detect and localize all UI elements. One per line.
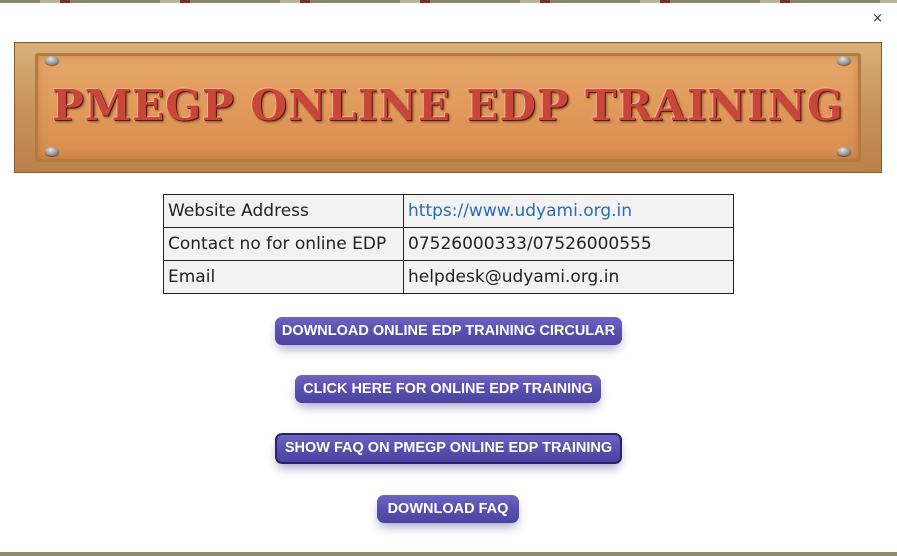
close-icon[interactable]: × bbox=[872, 11, 883, 27]
download-faq-button[interactable]: DOWNLOAD FAQ bbox=[377, 495, 519, 523]
website-link[interactable]: https://www.udyami.org.in bbox=[408, 201, 632, 221]
website-value-cell: https://www.udyami.org.in bbox=[403, 194, 734, 228]
screw-icon bbox=[837, 147, 851, 156]
screw-icon bbox=[45, 147, 59, 156]
banner: PMEGP ONLINE EDP TRAINING bbox=[14, 42, 882, 173]
banner-title: PMEGP ONLINE EDP TRAINING bbox=[52, 81, 844, 130]
edp-training-dialog: × PMEGP ONLINE EDP TRAINING Website Addr… bbox=[0, 0, 897, 556]
screw-icon bbox=[45, 56, 59, 65]
table-row: Website Address https://www.udyami.org.i… bbox=[163, 194, 734, 228]
screw-icon bbox=[837, 56, 851, 65]
online-training-button[interactable]: CLICK HERE FOR ONLINE EDP TRAINING bbox=[295, 375, 601, 403]
bottom-decor-strip bbox=[0, 552, 897, 556]
download-circular-button[interactable]: DOWNLOAD ONLINE EDP TRAINING CIRCULAR bbox=[275, 317, 622, 345]
website-label: Website Address bbox=[163, 194, 404, 228]
show-faq-button[interactable]: SHOW FAQ ON PMEGP ONLINE EDP TRAINING bbox=[275, 433, 622, 464]
table-row: Email helpdesk@udyami.org.in bbox=[163, 260, 734, 294]
email-label: Email bbox=[163, 260, 404, 294]
top-decor-strip bbox=[0, 0, 897, 3]
info-table: Website Address https://www.udyami.org.i… bbox=[163, 194, 734, 294]
contact-value: 07526000333/07526000555 bbox=[403, 227, 734, 261]
contact-label: Contact no for online EDP bbox=[163, 227, 404, 261]
email-value: helpdesk@udyami.org.in bbox=[403, 260, 734, 294]
table-row: Contact no for online EDP 07526000333/07… bbox=[163, 227, 734, 261]
